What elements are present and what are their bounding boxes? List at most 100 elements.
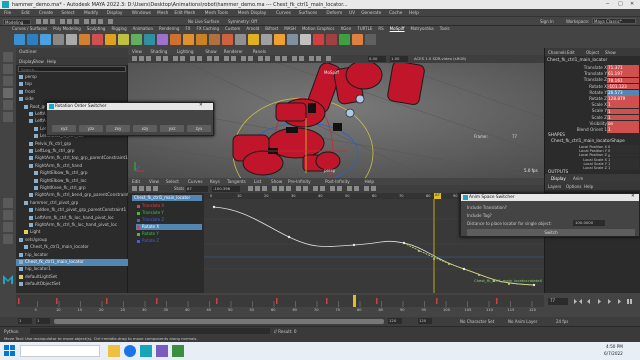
shelf-tab[interactable]: Matryoshka — [411, 26, 434, 31]
menu-mesh[interactable]: Mesh — [157, 11, 168, 16]
shelf-tab[interactable]: TURTLE — [357, 26, 372, 31]
stats-time-field[interactable]: 87 — [186, 186, 208, 192]
outliner-search-input[interactable]: Search... — [18, 66, 126, 72]
exposure-field[interactable]: 0.00 — [368, 56, 386, 62]
shelf-tool-icon[interactable] — [222, 34, 233, 45]
outliner-row[interactable]: top — [16, 81, 128, 88]
shelf-tab[interactable]: Rendering — [159, 26, 179, 31]
shelf-tab[interactable]: FX — [185, 26, 190, 31]
layer-menu-help[interactable]: Help — [584, 184, 593, 189]
outliner-row[interactable]: hammer_ctrl_pivot_grp — [16, 200, 128, 207]
graph-menu-keys[interactable]: Keys — [210, 179, 220, 184]
color-view-transform[interactable]: ACES 1.0 SDR-video (sRGB) — [414, 56, 466, 61]
menu-cache[interactable]: Cache — [389, 11, 402, 16]
shelf-tab[interactable]: MASH — [284, 26, 296, 31]
shelf-tool-icon[interactable] — [209, 34, 220, 45]
shelf-tool-icon[interactable] — [118, 34, 129, 45]
outliner-row[interactable]: LeftLeg_fk_ctrl_grp — [16, 148, 128, 155]
shelf-tool-icon[interactable] — [248, 34, 259, 45]
menu-mesh-display[interactable]: Mesh Display — [238, 11, 267, 16]
shelf-tool-icon[interactable] — [144, 34, 155, 45]
graph-menu-post-infinity[interactable]: Post-Infinity — [325, 179, 350, 184]
shelf-tool-icon[interactable] — [79, 34, 90, 45]
gamma-field[interactable]: 1.00 — [390, 56, 408, 62]
viewport-menu-show[interactable]: Show — [205, 49, 216, 54]
workspace-dropdown[interactable]: Maya Classic* — [592, 18, 636, 24]
menu-curves[interactable]: Curves — [276, 11, 291, 16]
menu-help[interactable]: Help — [409, 11, 419, 16]
outliner-row[interactable]: RightArm_fk_ctrl_bend_grp_parentConstrai… — [16, 192, 128, 199]
shelf-tool-icon[interactable] — [183, 34, 194, 45]
time-slider[interactable]: 5 10 15 20 25 30 35 40 45 50 55 60 65 70 75 80 85 90 95 100… — [0, 293, 640, 317]
outliner-row[interactable]: LeftArm_fk_ctrl_fk_loc_hand_pivot_loc — [16, 215, 128, 222]
shelf-tool-icon[interactable] — [105, 34, 116, 45]
single-layout-icon[interactable] — [3, 198, 13, 208]
viewport-menu-panels[interactable]: Panels — [253, 49, 266, 54]
layer-tab-display[interactable]: Display — [551, 176, 566, 181]
shelf-tool-icon[interactable] — [235, 34, 246, 45]
graph-menu-tangents[interactable]: Tangents — [227, 179, 246, 184]
rotate-order-zxy-button[interactable]: zxy — [106, 125, 130, 132]
fps-dropdown[interactable]: 24 fps — [556, 319, 568, 324]
anim-start-field[interactable]: 1 — [18, 318, 32, 324]
dialog-close-icon[interactable]: ✕ — [199, 103, 203, 108]
shelf-tool-icon[interactable] — [196, 34, 207, 45]
graph-menu-help[interactable]: Help — [365, 179, 375, 184]
menu-uv[interactable]: UV — [349, 11, 355, 16]
time-ruler[interactable] — [16, 295, 544, 307]
channel-menu-channels[interactable]: Channels — [548, 50, 567, 55]
file-explorer-icon[interactable] — [108, 345, 120, 357]
graph-menu-edit[interactable]: Edit — [132, 179, 140, 184]
outliner-row[interactable]: persp — [16, 74, 128, 81]
shelf-tool-icon[interactable] — [261, 34, 272, 45]
outliner-row[interactable]: defaultObjectSet — [16, 281, 128, 288]
menu-edit-mesh[interactable]: Edit Mesh — [174, 11, 195, 16]
anim-end-field[interactable]: 120 — [418, 318, 432, 324]
outliner-row[interactable]: hip_locator1 — [16, 266, 128, 273]
rotate-order-xyz-button[interactable]: xyz — [52, 125, 76, 132]
graph-channel-item[interactable]: Rotate Y — [136, 231, 202, 237]
channel-value[interactable]: 78.161 — [607, 77, 639, 84]
outliner-row[interactable]: RightElbow_fk_ctrl_grp — [16, 170, 128, 177]
rotate-order-yzx-button[interactable]: yzx — [79, 125, 103, 132]
shelf-tool-icon[interactable] — [40, 34, 51, 45]
playback-controls[interactable] — [572, 298, 636, 305]
shelf-tool-icon[interactable] — [300, 34, 311, 45]
range-slider-bar[interactable] — [54, 319, 384, 324]
sign-in-button[interactable]: Sign In — [540, 19, 554, 24]
shelf-tab[interactable]: Curves / Surfaces — [12, 26, 47, 31]
viewport-menu-lighting[interactable]: Lighting — [177, 49, 194, 54]
shelf-tool-icon[interactable] — [287, 34, 298, 45]
channel-menu-show[interactable]: Show — [605, 50, 616, 55]
shelf-tool-icon[interactable] — [365, 34, 376, 45]
graph-menu-select[interactable]: Select — [166, 179, 179, 184]
menu-display[interactable]: Display — [107, 11, 123, 16]
channel-value[interactable]: 1 — [607, 166, 639, 170]
layer-menu-layers[interactable]: Layers — [548, 184, 561, 189]
shelf-tab[interactable]: MoSpiff — [390, 26, 405, 31]
switch-button[interactable]: Switch — [467, 229, 635, 236]
channel-value[interactable]: 1 — [607, 114, 639, 121]
shelf-tab[interactable]: XGen — [340, 26, 351, 31]
close-icon[interactable]: ✕ — [630, 1, 634, 7]
shelf-tool-icon[interactable] — [339, 34, 350, 45]
move-tool-icon[interactable] — [3, 88, 13, 98]
menu-select[interactable]: Select — [61, 11, 74, 16]
graph-root-node[interactable]: Chest_fk_ctrl1_main_locator — [132, 195, 202, 201]
outliner-row[interactable]: Chest_fk_ctrl1_main_locator — [16, 259, 128, 266]
character-set-dropdown[interactable]: No Character Set — [460, 319, 494, 324]
shelf-tab[interactable]: Bifrost — [265, 26, 278, 31]
shelf-tool-icon[interactable] — [53, 34, 64, 45]
shelf-tab[interactable]: Poly Modeling — [53, 26, 81, 31]
channel-value[interactable]: on — [607, 121, 639, 127]
shelf-tab[interactable]: RS — [378, 26, 383, 31]
graph-menu-pre-infinity[interactable]: Pre-Infinity — [288, 179, 311, 184]
shelf-tab[interactable]: Rigging — [111, 26, 126, 31]
outliner-row[interactable]: front — [16, 89, 128, 96]
outliner-row[interactable]: hidden_fk_ctrl_pivot_grp_parentConstrain… — [16, 207, 128, 214]
shelf-tab[interactable]: Motion Graphics — [302, 26, 335, 31]
graph-menu-list[interactable]: List — [254, 179, 261, 184]
distance-input[interactable]: 100.0000 — [573, 220, 605, 226]
outliner-menu-help[interactable]: Help — [47, 59, 56, 64]
rotate-tool-icon[interactable] — [3, 100, 13, 110]
